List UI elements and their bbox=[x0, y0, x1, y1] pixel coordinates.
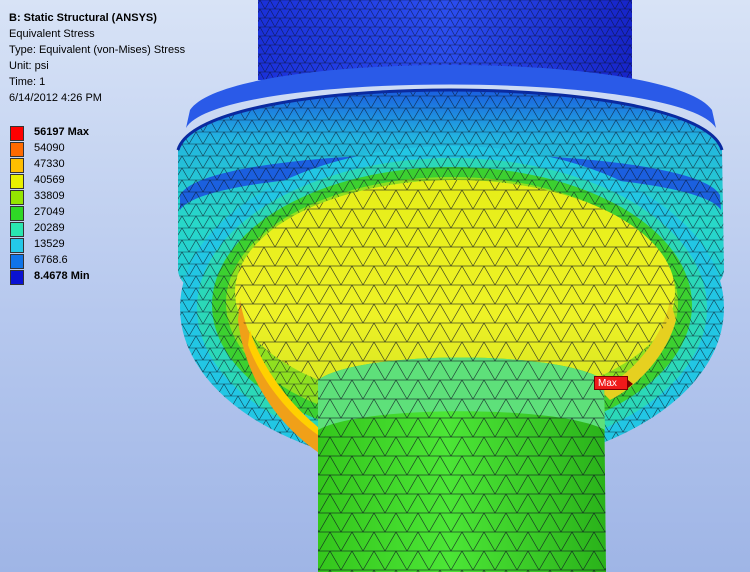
legend-label: 6768.6 bbox=[34, 254, 68, 266]
legend-swatch bbox=[10, 174, 24, 189]
legend-entry: 27049 bbox=[9, 204, 129, 221]
legend-label: 20289 bbox=[34, 222, 65, 234]
result-date: 6/14/2012 4:26 PM bbox=[9, 92, 102, 104]
legend-swatch bbox=[10, 142, 24, 157]
legend-label: 33809 bbox=[34, 190, 65, 202]
legend-entry: 20289 bbox=[9, 220, 129, 237]
legend-label: 40569 bbox=[34, 174, 65, 186]
legend-swatch bbox=[10, 190, 24, 205]
analysis-title: B: Static Structural (ANSYS) bbox=[9, 12, 157, 24]
result-unit: Unit: psi bbox=[9, 60, 49, 72]
result-time: Time: 1 bbox=[9, 76, 46, 88]
legend-swatch bbox=[10, 126, 24, 141]
legend-swatch bbox=[10, 158, 24, 173]
max-probe-label[interactable]: Max bbox=[594, 376, 628, 390]
result-type: Type: Equivalent (von-Mises) Stress bbox=[9, 44, 186, 56]
legend-label: 47330 bbox=[34, 158, 65, 170]
legend-entry: 54090 bbox=[9, 140, 129, 157]
graphics-viewport[interactable]: B: Static Structural (ANSYS) Equivalent … bbox=[0, 0, 750, 572]
legend-swatch bbox=[10, 238, 24, 253]
result-name: Equivalent Stress bbox=[9, 28, 95, 40]
legend-entry: 8.4678 Min bbox=[9, 268, 129, 285]
legend-label: 13529 bbox=[34, 238, 65, 250]
legend-label: 54090 bbox=[34, 142, 65, 154]
legend-entry: 6768.6 bbox=[9, 252, 129, 269]
legend-entry: 47330 bbox=[9, 156, 129, 173]
legend-entry: 40569 bbox=[9, 172, 129, 189]
max-probe-pointer bbox=[628, 380, 633, 388]
legend-entry: 13529 bbox=[9, 236, 129, 253]
legend-label: 8.4678 Min bbox=[34, 270, 90, 282]
legend-swatch bbox=[10, 270, 24, 285]
legend-swatch bbox=[10, 254, 24, 269]
legend-swatch bbox=[10, 206, 24, 221]
legend-entry: 56197 Max bbox=[9, 124, 129, 141]
legend-swatch bbox=[10, 222, 24, 237]
legend-entry: 33809 bbox=[9, 188, 129, 205]
legend-label: 27049 bbox=[34, 206, 65, 218]
result-info-panel: B: Static Structural (ANSYS) Equivalent … bbox=[9, 10, 185, 106]
lower-shaft bbox=[318, 357, 606, 572]
legend-label: 56197 Max bbox=[34, 126, 90, 138]
